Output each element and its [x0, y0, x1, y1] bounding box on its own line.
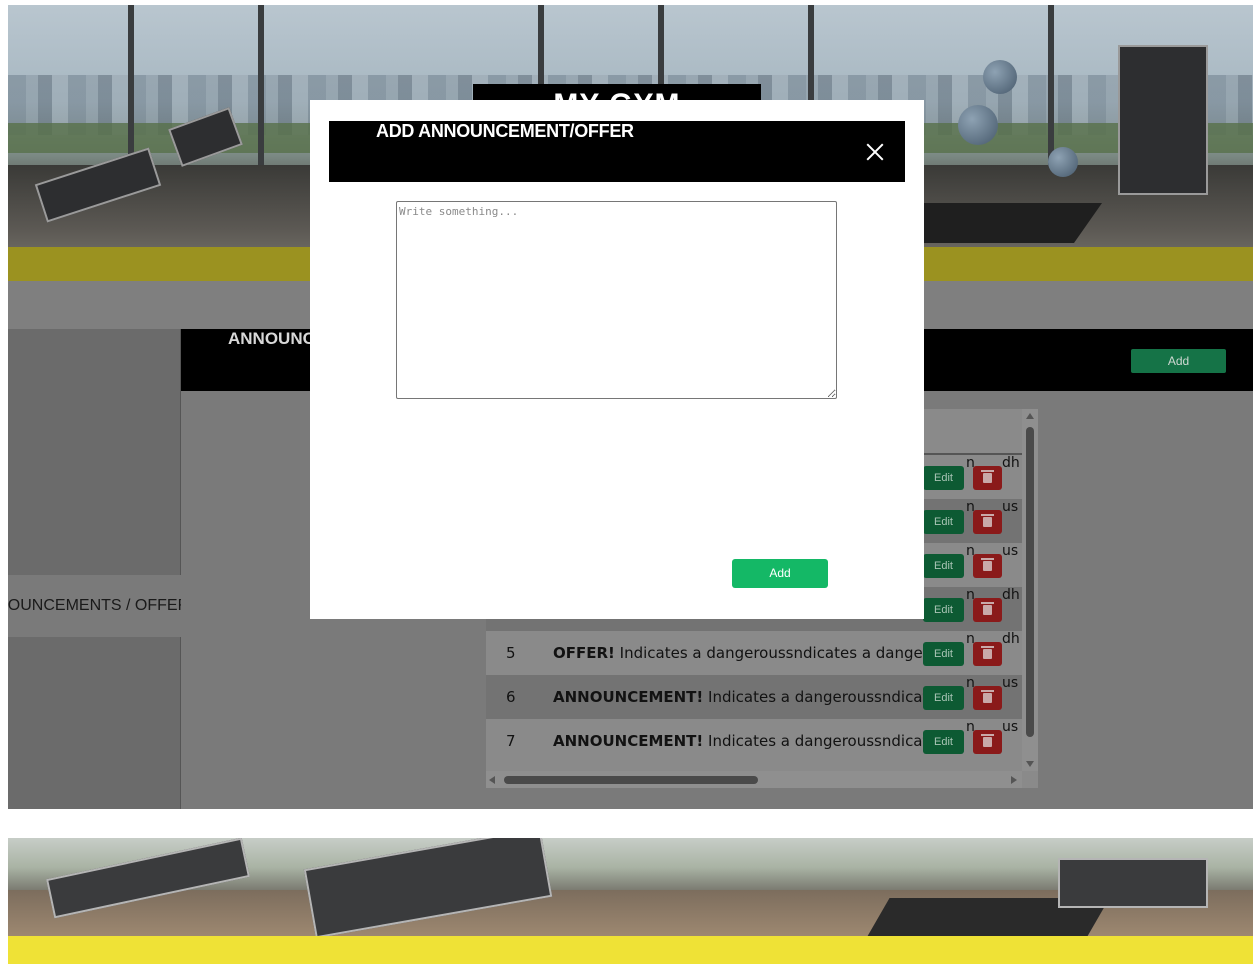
delete-button[interactable] [973, 466, 1002, 490]
row-body: Indicates a dangeroussndicates a dangero… [619, 644, 923, 662]
trash-icon [981, 558, 994, 571]
edit-button[interactable]: Edit [923, 730, 964, 754]
delete-button[interactable] [973, 554, 1002, 578]
trash-icon [981, 734, 994, 747]
modal-title: ADD ANNOUNCEMENT/OFFER [376, 121, 634, 141]
footer-accent-band [8, 936, 1253, 964]
add-announcement-button[interactable]: Add [1131, 349, 1226, 373]
edit-button[interactable]: Edit [923, 510, 964, 534]
horizontal-scrollbar[interactable] [486, 771, 1022, 788]
row-type: ANNOUNCEMENT! [553, 688, 704, 706]
row-text: ANNOUNCEMENT! Indicates a dangeroussndic… [553, 675, 923, 719]
row-number: 6 [506, 688, 516, 706]
row-type: OFFER! [553, 644, 615, 662]
table-row: 6 ANNOUNCEMENT! Indicates a dangeroussndi… [486, 675, 1022, 719]
row-text: OFFER! Indicates a dangeroussndicates a … [553, 631, 923, 675]
row-overflow-text: us [1002, 499, 1019, 515]
scroll-right-icon[interactable] [1011, 776, 1017, 784]
row-overflow-text: us [1002, 719, 1019, 735]
row-overflow-text: dh [1002, 587, 1020, 603]
delete-button[interactable] [973, 510, 1002, 534]
weight-machine [1058, 858, 1208, 908]
page: MY GYM ANNOUNCEMENTS / OFFERS ANNOUNCEME… [0, 0, 1253, 964]
sidebar-item-announcements[interactable]: ANNOUNCEMENTS / OFFERS [8, 575, 181, 637]
add-announcement-modal: ADD ANNOUNCEMENT/OFFER Add [310, 100, 924, 619]
modal-header: ADD ANNOUNCEMENT/OFFER [329, 121, 905, 182]
delete-button[interactable] [973, 730, 1002, 754]
delete-button[interactable] [973, 686, 1002, 710]
exercise-ball [958, 105, 998, 145]
modal-add-button[interactable]: Add [732, 559, 828, 588]
row-overflow-text: dh [1002, 455, 1020, 471]
trash-icon [981, 602, 994, 615]
scroll-up-icon[interactable] [1026, 413, 1034, 419]
trash-icon [981, 646, 994, 659]
trash-icon [981, 690, 994, 703]
scroll-down-icon[interactable] [1026, 761, 1034, 767]
edit-button[interactable]: Edit [923, 642, 964, 666]
edit-button[interactable]: Edit [923, 598, 964, 622]
exercise-ball [1048, 147, 1078, 177]
row-number: 7 [506, 732, 516, 750]
delete-button[interactable] [973, 598, 1002, 622]
close-icon[interactable] [860, 137, 890, 167]
row-text: ANNOUNCEMENT! Indicates a dangeroussndic… [553, 719, 923, 763]
delete-button[interactable] [973, 642, 1002, 666]
row-type: ANNOUNCEMENT! [553, 732, 704, 750]
row-body: Indicates a dangeroussndicates a dangero… [708, 688, 923, 706]
sidebar: ANNOUNCEMENTS / OFFERS [8, 329, 181, 809]
edit-button[interactable]: Edit [923, 466, 964, 490]
footer-banner-image [8, 838, 1253, 936]
exercise-ball [983, 60, 1017, 94]
row-overflow-text: dh [1002, 631, 1020, 647]
table-row: 5 OFFER! Indicates a dangeroussndicates a… [486, 631, 1022, 675]
scrollbar-thumb[interactable] [504, 776, 758, 784]
vertical-scrollbar[interactable] [1022, 409, 1038, 771]
row-number: 5 [506, 644, 516, 662]
trash-icon [981, 470, 994, 483]
row-overflow-text: us [1002, 675, 1019, 691]
trash-icon [981, 514, 994, 527]
row-body: Indicates a dangeroussndicates a dangero… [708, 732, 923, 750]
edit-button[interactable]: Edit [923, 686, 964, 710]
row-overflow-text: us [1002, 543, 1019, 559]
announcement-textarea[interactable] [396, 201, 837, 399]
scrollbar-thumb[interactable] [1026, 427, 1034, 737]
weight-machine [1118, 45, 1208, 195]
edit-button[interactable]: Edit [923, 554, 964, 578]
table-row: 7 ANNOUNCEMENT! Indicates a dangeroussndi… [486, 719, 1022, 763]
scroll-left-icon[interactable] [489, 776, 495, 784]
